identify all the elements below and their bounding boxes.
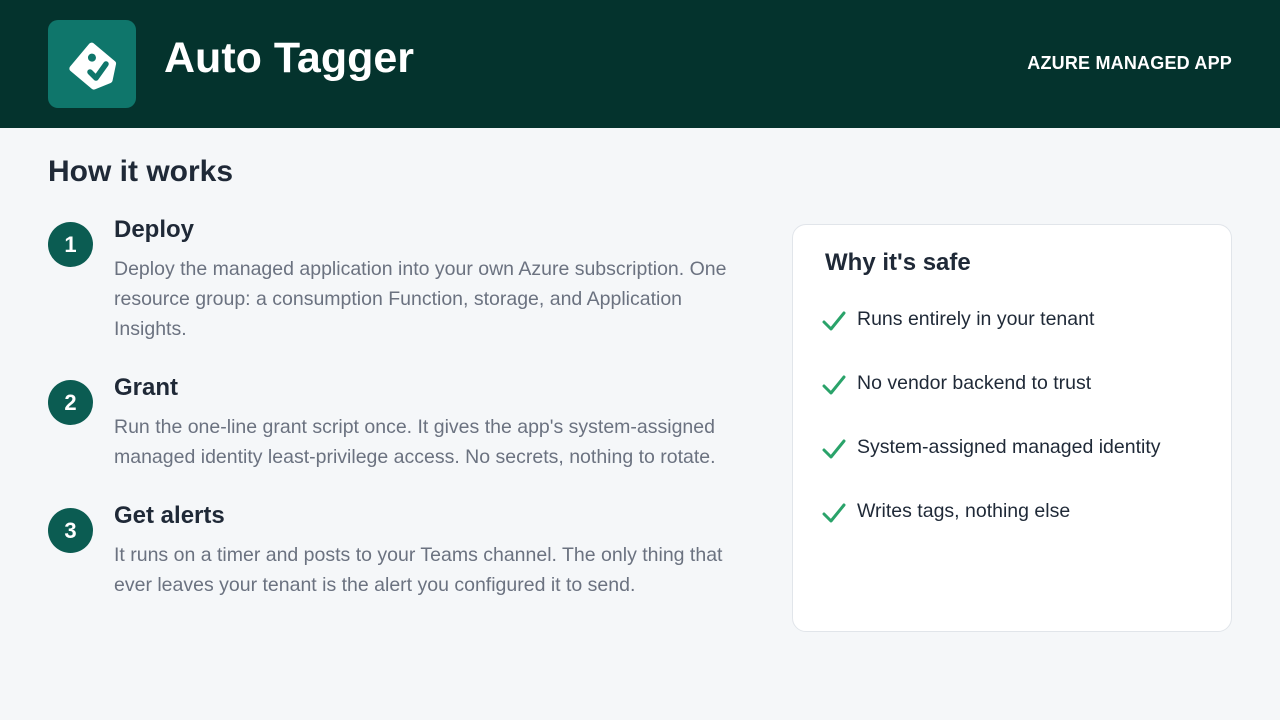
step-number-badge: 1 [48, 222, 93, 267]
safe-item-label: Writes tags, nothing else [857, 500, 1071, 522]
safe-item-managed-identity: System-assigned managed identity [821, 433, 1221, 463]
safe-item-no-backend: No vendor backend to trust [821, 369, 1221, 399]
app-title: Auto Tagger [164, 34, 415, 82]
checkmark-icon [822, 439, 846, 459]
how-it-works-heading: How it works [48, 155, 234, 188]
tag-check-icon [48, 20, 136, 108]
step-description: Run the one-line grant script once. It g… [114, 416, 716, 468]
step-description: Deploy the managed application into your… [114, 258, 727, 340]
checkmark-icon [822, 503, 846, 523]
checkmark-icon [822, 311, 846, 331]
step-title: Grant [114, 374, 179, 401]
app-header: Auto Tagger AZURE MANAGED APP [0, 0, 1280, 128]
app-type-badge: AZURE MANAGED APP [1027, 53, 1232, 73]
step-title: Get alerts [114, 502, 225, 529]
checkmark-icon [822, 375, 846, 395]
safe-item-writes-tags: Writes tags, nothing else [821, 497, 1221, 527]
step-description: It runs on a timer and posts to your Tea… [114, 544, 723, 596]
safe-item-tenant: Runs entirely in your tenant [821, 305, 1221, 335]
safe-item-label: System-assigned managed identity [857, 436, 1161, 458]
step-number-badge: 3 [48, 508, 93, 553]
why-safe-card: Why it's safe Runs entirely in your tena… [792, 224, 1232, 632]
why-safe-heading: Why it's safe [825, 249, 971, 276]
step-number-badge: 2 [48, 380, 93, 425]
step-title: Deploy [114, 216, 195, 243]
safe-item-label: Runs entirely in your tenant [857, 308, 1095, 330]
safe-item-label: No vendor backend to trust [857, 372, 1092, 394]
